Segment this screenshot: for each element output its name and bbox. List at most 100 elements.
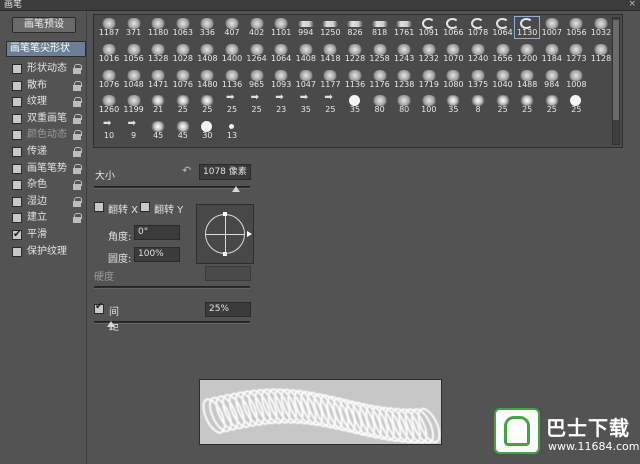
brush-tip-item[interactable]: 1128 <box>589 43 613 64</box>
brush-option-row[interactable]: 湿边 <box>6 194 86 210</box>
brush-option-checkbox[interactable] <box>12 227 22 243</box>
brush-presets-button[interactable]: 画笔预设 <box>12 17 76 33</box>
brush-tip-item[interactable]: 1176 <box>368 69 392 90</box>
brush-tip-item[interactable]: 25 <box>171 94 195 115</box>
brush-option-checkbox[interactable] <box>12 246 22 257</box>
brush-tip-item[interactable]: 8 <box>466 94 490 115</box>
brush-option-row[interactable]: 纹理 <box>6 94 86 110</box>
brush-tip-item[interactable]: 371 <box>122 17 146 38</box>
brush-option-row[interactable]: 画笔笔势 <box>6 161 86 177</box>
brush-tip-item[interactable]: 984 <box>540 69 564 90</box>
size-slider-thumb[interactable] <box>232 186 240 192</box>
brush-tip-grid[interactable]: 1187 371 1180 1063 336 407 402 1101 994 1250 826 81… <box>93 14 623 148</box>
brush-tip-item[interactable]: 25 <box>540 94 564 115</box>
roundness-input[interactable]: 100% <box>134 247 180 262</box>
brush-tip-item[interactable]: 1177 <box>318 69 342 90</box>
brush-option-row[interactable]: 传递 <box>6 144 86 160</box>
brush-tip-item[interactable]: 25 <box>564 94 588 115</box>
brush-tip-item[interactable]: 1488 <box>515 69 539 90</box>
brush-tip-item[interactable]: 1228 <box>343 43 367 64</box>
spacing-checkbox[interactable] <box>94 301 104 314</box>
brush-tip-item[interactable]: 80 <box>368 94 392 115</box>
brush-tip-item[interactable]: 1480 <box>195 69 219 90</box>
brush-tip-item[interactable]: 1064 <box>491 17 515 38</box>
lock-icon[interactable] <box>73 196 82 207</box>
brush-tip-item[interactable]: 35 <box>294 92 318 115</box>
brush-tip-item[interactable]: 1066 <box>441 17 465 38</box>
brush-tip-item[interactable]: 25 <box>515 94 539 115</box>
brush-tip-item[interactable]: 1258 <box>368 43 392 64</box>
brush-option-checkbox[interactable] <box>12 163 22 174</box>
brush-tip-item[interactable]: 1070 <box>441 43 465 64</box>
spacing-input[interactable]: 25% <box>205 302 251 317</box>
brush-tip-item[interactable]: 1719 <box>417 69 441 90</box>
brush-tip-item[interactable]: 21 <box>146 94 170 115</box>
brush-tip-item[interactable]: 1130 <box>514 16 541 39</box>
lock-icon[interactable] <box>73 180 82 191</box>
lock-icon[interactable] <box>73 163 82 174</box>
brush-tip-item[interactable]: 1400 <box>220 43 244 64</box>
brush-option-checkbox[interactable] <box>12 196 22 207</box>
brush-tip-item[interactable]: 1240 <box>466 43 490 64</box>
brush-option-checkbox[interactable] <box>12 80 22 91</box>
brush-tip-item[interactable]: 826 <box>343 17 367 38</box>
brush-tip-item[interactable]: 1063 <box>171 17 195 38</box>
lock-icon[interactable] <box>73 64 82 74</box>
reset-size-icon[interactable]: ↶ <box>182 164 191 177</box>
brush-tip-item[interactable]: 1076 <box>171 69 195 90</box>
brush-tip-item[interactable]: 35 <box>343 94 367 115</box>
brush-tip-item[interactable]: 1136 <box>343 69 367 90</box>
brush-tip-item[interactable]: 1076 <box>97 69 121 90</box>
brush-option-row[interactable]: 颜色动态 <box>6 127 86 143</box>
panel-menu-icon[interactable]: × <box>628 0 636 10</box>
brush-tip-item[interactable]: 1232 <box>417 43 441 64</box>
brush-tip-item[interactable]: 1656 <box>491 43 515 64</box>
brush-tip-item[interactable]: 1032 <box>589 17 613 38</box>
lock-icon[interactable] <box>73 130 82 141</box>
brush-tip-item[interactable]: 45 <box>146 120 170 141</box>
brush-tip-item[interactable]: 25 <box>220 92 244 115</box>
brush-tip-item[interactable]: 1328 <box>146 43 170 64</box>
brush-tip-item[interactable]: 10 <box>97 118 121 141</box>
brush-tip-item[interactable]: 1238 <box>392 69 416 90</box>
brush-tip-item[interactable]: 13 <box>220 120 244 141</box>
brush-tip-item[interactable]: 1408 <box>294 43 318 64</box>
brush-tip-item[interactable]: 30 <box>195 120 219 141</box>
brush-tip-item[interactable]: 818 <box>368 17 392 38</box>
brush-tip-item[interactable]: 1418 <box>318 43 342 64</box>
brush-tip-item[interactable]: 1047 <box>294 69 318 90</box>
brush-tip-item[interactable]: 1200 <box>515 43 539 64</box>
brush-tip-item[interactable]: 407 <box>220 17 244 38</box>
brush-tip-item[interactable]: 1056 <box>122 43 146 64</box>
brush-tip-item[interactable]: 25 <box>195 94 219 115</box>
brush-option-row[interactable]: 建立 <box>6 210 86 226</box>
brush-option-row[interactable]: 平滑 <box>6 227 86 243</box>
angle-arrow-icon[interactable] <box>247 231 252 237</box>
brush-tip-item[interactable]: 1101 <box>269 17 293 38</box>
brush-tip-item[interactable]: 1250 <box>318 17 342 38</box>
brush-option-checkbox[interactable] <box>12 213 22 224</box>
brush-tip-item[interactable]: 100 <box>417 94 441 115</box>
brush-tip-item[interactable]: 23 <box>269 92 293 115</box>
brush-tip-item[interactable]: 1016 <box>97 43 121 64</box>
angle-roundness-widget[interactable] <box>196 204 254 264</box>
lock-icon[interactable] <box>73 147 82 157</box>
lock-icon[interactable] <box>73 97 82 108</box>
brush-tip-item[interactable]: 1048 <box>122 69 146 90</box>
flip-x-checkbox[interactable] <box>94 202 104 212</box>
brush-tip-item[interactable]: 1471 <box>146 69 170 90</box>
size-slider[interactable] <box>94 186 250 189</box>
brush-tip-item[interactable]: 965 <box>245 69 269 90</box>
brush-tip-item[interactable]: 25 <box>491 94 515 115</box>
brush-tip-item[interactable]: 1184 <box>540 43 564 64</box>
brush-tip-item[interactable]: 1008 <box>564 69 588 90</box>
brush-option-row[interactable]: 双重画笔 <box>6 111 86 127</box>
brush-tip-item[interactable]: 994 <box>294 17 318 38</box>
brush-tip-item[interactable]: 35 <box>441 94 465 115</box>
spacing-slider-thumb[interactable] <box>107 321 115 327</box>
brush-tip-item[interactable]: 1408 <box>195 43 219 64</box>
angle-input[interactable]: 0° <box>134 225 180 240</box>
brush-tip-item[interactable]: 1064 <box>269 43 293 64</box>
brush-tip-item[interactable]: 1273 <box>564 43 588 64</box>
lock-icon[interactable] <box>73 113 82 124</box>
